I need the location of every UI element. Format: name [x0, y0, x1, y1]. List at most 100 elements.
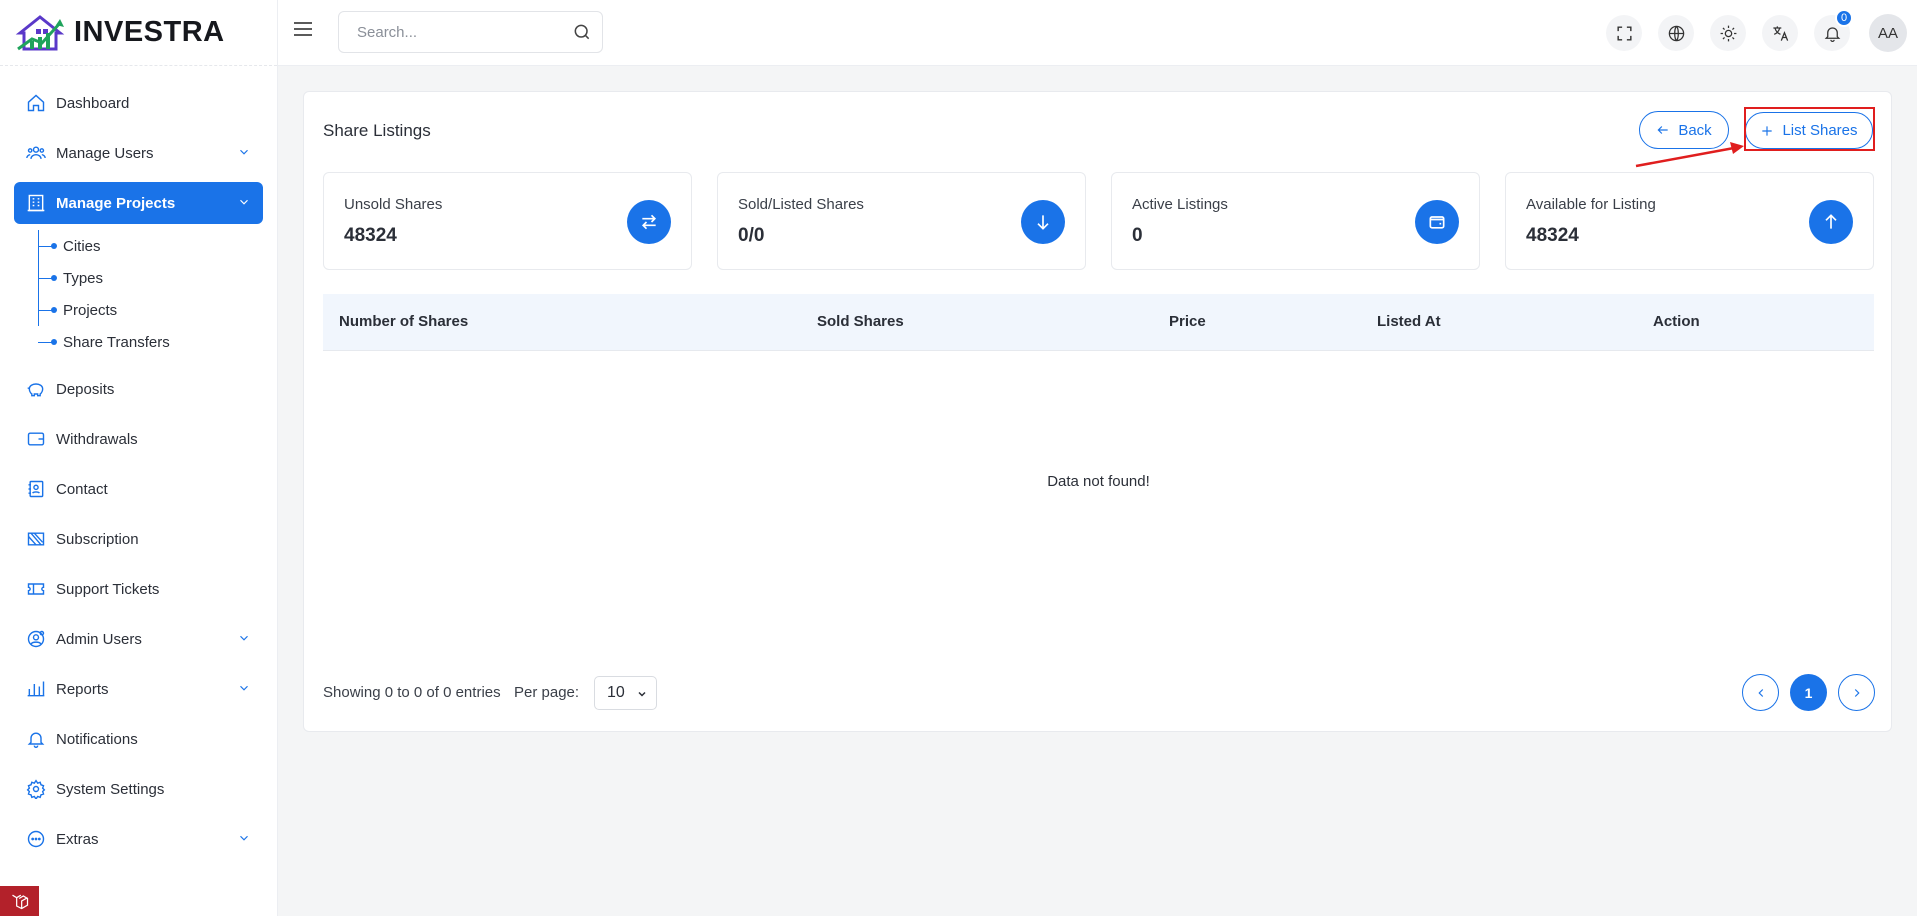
annotation-arrow-icon: [1635, 142, 1744, 168]
search-input[interactable]: [357, 23, 557, 41]
sidebar-item-label: Reports: [56, 680, 109, 698]
gear-icon: [26, 779, 46, 799]
sidebar-item-admin-users[interactable]: Admin Users: [14, 618, 263, 660]
stat-value: 48324: [1526, 225, 1579, 246]
logo-icon: [15, 14, 65, 50]
bell-icon: [1824, 26, 1840, 42]
sidebar-item-label: Support Tickets: [56, 580, 160, 598]
arrow-down-icon: [1021, 200, 1065, 244]
page-title: Share Listings: [323, 121, 431, 140]
notification-badge: 0: [1835, 9, 1853, 27]
avatar[interactable]: AA: [1869, 14, 1907, 52]
theme-toggle-button[interactable]: [1710, 15, 1746, 51]
bar-chart-icon: [26, 679, 46, 699]
brand[interactable]: INVESTRA: [0, 0, 277, 66]
sidebar-item-label: Manage Projects: [56, 194, 176, 212]
sidebar-item-contact[interactable]: Contact: [14, 468, 263, 510]
sidebar-item-extras[interactable]: Extras: [14, 818, 263, 860]
column-sold-shares[interactable]: Sold Shares: [817, 313, 904, 330]
pagination-page-button[interactable]: 1: [1790, 674, 1827, 711]
chevron-left-icon: [1757, 688, 1763, 697]
chevron-down-icon: [240, 635, 248, 641]
bell-icon: [26, 729, 46, 749]
sidebar-item-label: Dashboard: [56, 94, 130, 112]
search-box: [338, 11, 603, 53]
stat-label: Active Listings: [1132, 196, 1228, 213]
chevron-down-icon: [638, 691, 646, 697]
chevron-down-icon: [240, 685, 248, 691]
chevron-down-icon: [240, 835, 248, 841]
sidebar-item-label: System Settings: [56, 780, 165, 798]
sidebar-item-label: Deposits: [56, 380, 115, 398]
brand-name: INVESTRA: [74, 16, 225, 48]
chevron-right-icon: [1854, 688, 1860, 697]
search-icon[interactable]: [572, 22, 592, 42]
fullscreen-button[interactable]: [1606, 15, 1642, 51]
table-header: Number of Shares Sold Shares Price Liste…: [323, 294, 1874, 351]
stat-card-active-listings: Active Listings 0: [1111, 172, 1480, 270]
column-listed-at[interactable]: Listed At: [1377, 313, 1441, 330]
home-icon: [26, 93, 46, 113]
sidebar-item-label: Withdrawals: [56, 430, 138, 448]
sidebar-item-manage-users[interactable]: Manage Users: [14, 132, 263, 174]
sidebar-item-dashboard[interactable]: Dashboard: [14, 82, 263, 124]
stat-label: Sold/Listed Shares: [738, 196, 864, 213]
per-page-label: Per page:: [514, 684, 580, 701]
sun-icon: [1720, 25, 1736, 41]
wallet-icon: [1415, 200, 1459, 244]
entries-info: Showing 0 to 0 of 0 entries: [323, 684, 501, 701]
hamburger-menu-icon[interactable]: [291, 17, 315, 41]
admin-user-icon: [26, 629, 46, 649]
column-action: Action: [1653, 313, 1700, 330]
sidebar-item-label: Admin Users: [56, 630, 142, 648]
pagination-prev-button[interactable]: [1742, 674, 1779, 711]
subscription-icon: [26, 529, 46, 549]
stat-card-available-for-listing: Available for Listing 48324: [1505, 172, 1874, 270]
building-icon: [26, 193, 46, 213]
sidebar-item-notifications[interactable]: Notifications: [14, 718, 263, 760]
globe-icon: [1668, 25, 1684, 41]
sidebar-item-label: Contact: [56, 480, 108, 498]
sidebar-item-label: Manage Users: [56, 144, 154, 162]
sidebar-item-deposits[interactable]: Deposits: [14, 368, 263, 410]
sidebar-subitem-cities[interactable]: Cities: [0, 230, 277, 262]
stats-row: Unsold Shares 48324 Sold/Listed Shares 0…: [323, 172, 1874, 270]
sidebar-subitem-projects[interactable]: Projects: [0, 294, 277, 326]
translate-button[interactable]: [1762, 15, 1798, 51]
sidebar-item-system-settings[interactable]: System Settings: [14, 768, 263, 810]
sidebar: INVESTRA Dashboard Manage Users Manage P…: [0, 0, 278, 916]
more-circle-icon: [26, 829, 46, 849]
laravel-icon: [11, 894, 28, 910]
sidebar-subitem-types[interactable]: Types: [0, 262, 277, 294]
chevron-down-icon: [240, 149, 248, 155]
sidebar-item-label: Subscription: [56, 530, 139, 548]
stat-value: 0/0: [738, 225, 765, 246]
sidebar-item-withdrawals[interactable]: Withdrawals: [14, 418, 263, 460]
per-page-select[interactable]: 10: [594, 676, 657, 710]
ticket-icon: [26, 579, 46, 599]
per-page-value: 10: [607, 684, 625, 701]
column-number-of-shares[interactable]: Number of Shares: [339, 313, 468, 330]
contact-book-icon: [26, 479, 46, 499]
sidebar-item-manage-projects[interactable]: Manage Projects: [14, 182, 263, 224]
sidebar-nav: Dashboard Manage Users Manage Projects C…: [0, 66, 277, 860]
wallet-icon: [26, 429, 46, 449]
fullscreen-icon: [1616, 25, 1632, 41]
topbar: 0 AA: [278, 0, 1917, 66]
language-button[interactable]: [1658, 15, 1694, 51]
share-listings-card: Share Listings Back List Shares Unsold S…: [303, 91, 1892, 732]
translate-icon: [1772, 25, 1788, 41]
arrow-left-icon: [1657, 126, 1668, 134]
sidebar-item-support-tickets[interactable]: Support Tickets: [14, 568, 263, 610]
debugbar-toggle[interactable]: [0, 886, 39, 916]
users-icon: [26, 143, 46, 163]
sidebar-item-label: Extras: [56, 830, 99, 848]
column-price[interactable]: Price: [1169, 313, 1206, 330]
stat-value: 0: [1132, 225, 1143, 246]
stat-card-unsold-shares: Unsold Shares 48324: [323, 172, 692, 270]
sidebar-subitem-share-transfers[interactable]: Share Transfers: [0, 326, 277, 358]
pagination-next-button[interactable]: [1838, 674, 1875, 711]
sidebar-item-reports[interactable]: Reports: [14, 668, 263, 710]
notifications-button[interactable]: 0: [1814, 9, 1853, 51]
sidebar-item-subscription[interactable]: Subscription: [14, 518, 263, 560]
